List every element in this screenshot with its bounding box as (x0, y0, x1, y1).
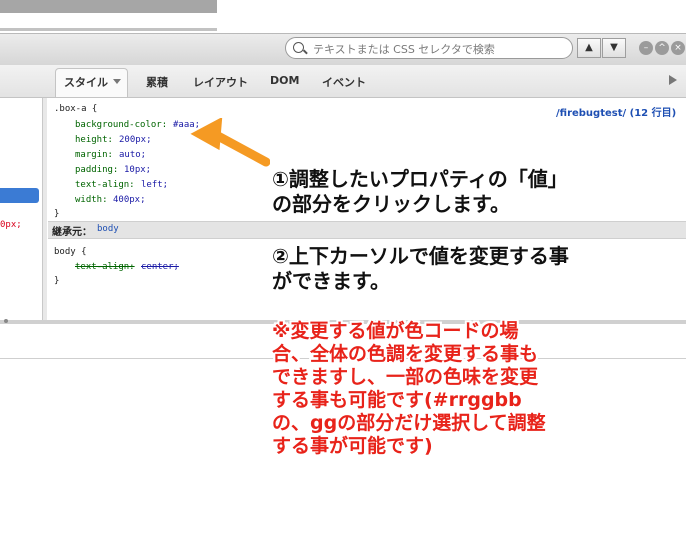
arrow-icon (190, 118, 270, 167)
prop-value[interactable]: 10px; (124, 165, 151, 175)
window-top-bar (0, 0, 217, 13)
window-divider (0, 28, 217, 31)
search-next-button[interactable]: ▼ (602, 38, 626, 58)
inherited-label: 継承元： (52, 227, 92, 238)
prop-name[interactable]: margin: (75, 150, 113, 160)
prop-value[interactable]: 400px; (113, 195, 146, 205)
rule-selector[interactable]: .box-a { (54, 104, 97, 114)
inherited-from-bar (48, 221, 686, 239)
note-line: できますし、一部の色味を変更 (272, 366, 539, 388)
prop-name[interactable]: width: (75, 195, 108, 205)
instruction-step1-line2: の部分をクリックします。 (272, 192, 510, 216)
tab-computed[interactable]: 累積 (146, 74, 168, 90)
rule-selector[interactable]: body { (54, 247, 87, 257)
html-tree-pane (0, 98, 43, 320)
resize-handle-icon[interactable] (4, 319, 8, 323)
search-input[interactable]: テキストまたは CSS セレクタで検索 (285, 37, 573, 59)
selected-node[interactable] (0, 188, 39, 203)
instruction-step2-line1: ②上下カーソルで値を変更する事 (272, 244, 569, 268)
tab-layout[interactable]: レイアウト (193, 74, 248, 90)
close-icon[interactable]: × (671, 41, 685, 55)
rule-close: } (54, 209, 60, 219)
tab-events[interactable]: イベント (322, 74, 366, 90)
prop-value[interactable]: auto; (119, 150, 146, 160)
dropdown-arrow-icon[interactable] (113, 79, 121, 84)
left-value-fragment: 0px; (0, 220, 22, 230)
search-prev-button[interactable]: ▲ (577, 38, 601, 58)
note-line: 合、全体の色調を変更する事も (272, 343, 539, 365)
chevron-down-icon: ▼ (610, 42, 618, 53)
note-line: する事が可能です) (272, 435, 433, 457)
pane-gutter[interactable] (43, 98, 47, 320)
play-icon[interactable] (669, 75, 677, 85)
prop-name[interactable]: background-color: (75, 120, 167, 130)
overridden-prop-name[interactable]: text-align: (75, 262, 135, 272)
chevron-up-icon: ▲ (585, 42, 593, 53)
search-icon (293, 42, 304, 53)
instruction-step2-line2: ができます。 (272, 269, 390, 293)
note-line: ※変更する値が色コードの場 (272, 320, 519, 342)
note-line: する事も可能です(#rrggbb (272, 389, 522, 411)
prop-name[interactable]: height: (75, 135, 113, 145)
minimize-icon[interactable]: – (639, 41, 653, 55)
detach-icon[interactable]: ^ (655, 41, 669, 55)
prop-name[interactable]: text-align: (75, 180, 135, 190)
inherited-element-link[interactable]: body (97, 224, 119, 234)
prop-name[interactable]: padding: (75, 165, 118, 175)
instruction-step1-line1: ①調整したいプロパティの「値」 (272, 167, 568, 191)
prop-value[interactable]: 200px; (119, 135, 152, 145)
note-line: の、ggの部分だけ選択して調整 (272, 412, 546, 434)
tab-dom[interactable]: DOM (270, 74, 299, 87)
overridden-prop-value[interactable]: center; (141, 262, 179, 272)
prop-value[interactable]: left; (141, 180, 168, 190)
source-link[interactable]: /firebugtest/ (12 行目) (556, 104, 676, 119)
rule-close: } (54, 276, 60, 286)
search-placeholder: テキストまたは CSS セレクタで検索 (313, 43, 495, 56)
tab-style[interactable]: スタイル (64, 74, 108, 90)
